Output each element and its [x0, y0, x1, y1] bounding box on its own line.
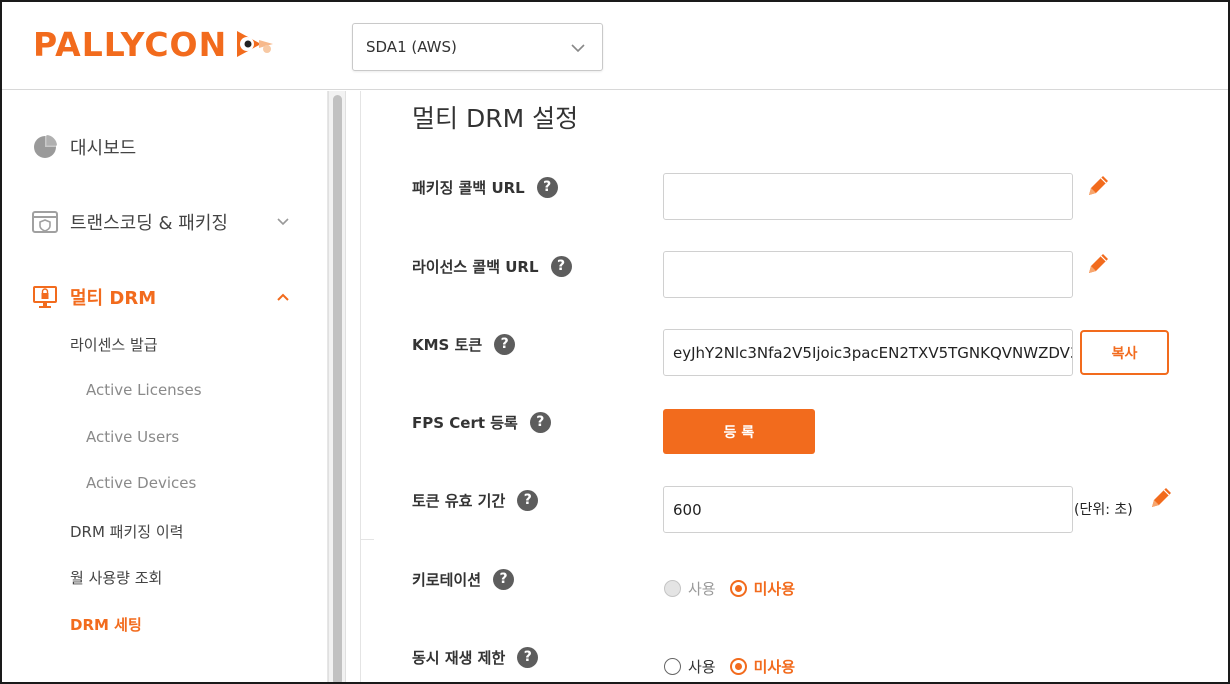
bird-mascot-icon: [237, 31, 274, 57]
main-content: 멀티 DRM 설정 패키징 콜백 URL ? 라이선스 콜백 URL ? KMS…: [362, 91, 1228, 682]
scrollbar-thumb[interactable]: [333, 95, 342, 682]
fps-cert-register-button[interactable]: 등 록: [663, 409, 815, 454]
help-icon[interactable]: ?: [517, 490, 539, 511]
key-rotation-radio-group: 사용 미사용: [664, 578, 809, 599]
help-icon[interactable]: ?: [517, 647, 539, 668]
shield-window-icon: [32, 211, 58, 233]
concurrent-limit-label: 동시 재생 제한 ?: [412, 647, 539, 668]
concurrent-limit-use-radio[interactable]: [664, 658, 681, 675]
license-callback-label: 라이선스 콜백 URL ?: [412, 256, 572, 277]
token-duration-input[interactable]: 600: [663, 486, 1073, 533]
chevron-down-icon: [277, 218, 289, 226]
sidebar-item-label: 트랜스코딩 & 패키징: [70, 213, 228, 234]
pallycon-logo[interactable]: PALLYCON: [33, 24, 279, 64]
help-icon[interactable]: ?: [529, 412, 551, 433]
token-duration-label: 토큰 유효 기간 ?: [412, 490, 539, 511]
packaging-callback-label: 패키징 콜백 URL ?: [412, 177, 558, 198]
pencil-edit-icon[interactable]: [1083, 249, 1113, 279]
help-icon[interactable]: ?: [550, 256, 572, 277]
sidebar-item-label: 대시보드: [70, 138, 137, 159]
field-label: 토큰 유효 기간: [412, 492, 506, 510]
site-select-value: SDA1 (AWS): [366, 38, 457, 56]
radio-label: 사용: [688, 658, 716, 676]
page-title: 멀티 DRM 설정: [412, 104, 579, 133]
help-icon[interactable]: ?: [536, 177, 558, 198]
field-label: 동시 재생 제한: [412, 649, 506, 667]
sidebar: 대시보드 트랜스코딩 & 패키징 멀티 DRM 라이센스 발급 Active L…: [2, 91, 328, 682]
sidebar-subitem-active-devices[interactable]: Active Devices: [86, 474, 196, 492]
sidebar-item-dashboard[interactable]: 대시보드: [32, 134, 136, 160]
license-callback-url-input[interactable]: [663, 251, 1073, 298]
key-rotation-unused-radio[interactable]: [729, 580, 747, 597]
kms-token-input[interactable]: eyJhY2Nlc3Nfa2V5Ijoic3pacEN2TXV5TGNKQVNW…: [663, 329, 1073, 376]
radio-label: 미사용: [753, 658, 796, 676]
sidebar-subitem-monthly-usage[interactable]: 월 사용량 조회: [70, 567, 162, 588]
sidebar-subitem-active-users[interactable]: Active Users: [86, 428, 179, 446]
concurrent-limit-unused-radio[interactable]: [729, 658, 747, 675]
chevron-up-icon: [277, 293, 289, 301]
key-rotation-label: 키로테이션 ?: [412, 569, 515, 590]
content-gutter: [346, 91, 374, 682]
top-header: PALLYCON SDA1 (AWS): [2, 2, 1228, 90]
divider: [360, 91, 361, 682]
monitor-lock-icon: [33, 286, 57, 308]
duration-unit-label: (단위: 초): [1074, 502, 1133, 518]
concurrent-limit-radio-group: 사용 미사용: [664, 656, 809, 677]
help-icon[interactable]: ?: [494, 334, 516, 355]
sidebar-item-transcoding[interactable]: 트랜스코딩 & 패키징: [32, 209, 289, 235]
pencil-edit-icon[interactable]: [1146, 483, 1176, 513]
sidebar-subitem-license-issue[interactable]: 라이센스 발급: [70, 334, 158, 355]
field-label: KMS 토큰: [412, 336, 483, 354]
pie-chart-icon: [34, 135, 57, 158]
key-rotation-use-radio[interactable]: [664, 580, 681, 597]
radio-label: 미사용: [753, 580, 796, 598]
fps-cert-label: FPS Cert 등록 ?: [412, 412, 551, 433]
kms-token-label: KMS 토큰 ?: [412, 334, 516, 355]
packaging-callback-url-input[interactable]: [663, 173, 1073, 220]
copy-token-button[interactable]: 복사: [1080, 330, 1169, 375]
pencil-edit-icon[interactable]: [1083, 171, 1113, 201]
chevron-down-icon: [571, 44, 585, 53]
sidebar-subitem-drm-packaging-history[interactable]: DRM 패키징 이력: [70, 521, 183, 542]
sidebar-subitem-drm-settings[interactable]: DRM 세팅: [70, 614, 142, 635]
app-window: PALLYCON SDA1 (AWS) 대시보드 트랜스코딩 & 패키징 멀티 …: [0, 0, 1230, 684]
sidebar-scrollbar[interactable]: [328, 91, 346, 682]
radio-label: 사용: [688, 580, 716, 598]
site-select-dropdown[interactable]: SDA1 (AWS): [352, 23, 603, 71]
field-label: 라이선스 콜백 URL: [412, 258, 539, 276]
help-icon[interactable]: ?: [493, 569, 515, 590]
field-label: FPS Cert 등록: [412, 414, 518, 432]
sidebar-item-multi-drm[interactable]: 멀티 DRM: [32, 284, 289, 310]
field-label: 키로테이션: [412, 571, 482, 589]
sidebar-item-label: 멀티 DRM: [70, 288, 157, 309]
logo-text: PALLYCON: [33, 24, 228, 64]
field-label: 패키징 콜백 URL: [412, 179, 525, 197]
sidebar-subitem-active-licenses[interactable]: Active Licenses: [86, 381, 202, 399]
